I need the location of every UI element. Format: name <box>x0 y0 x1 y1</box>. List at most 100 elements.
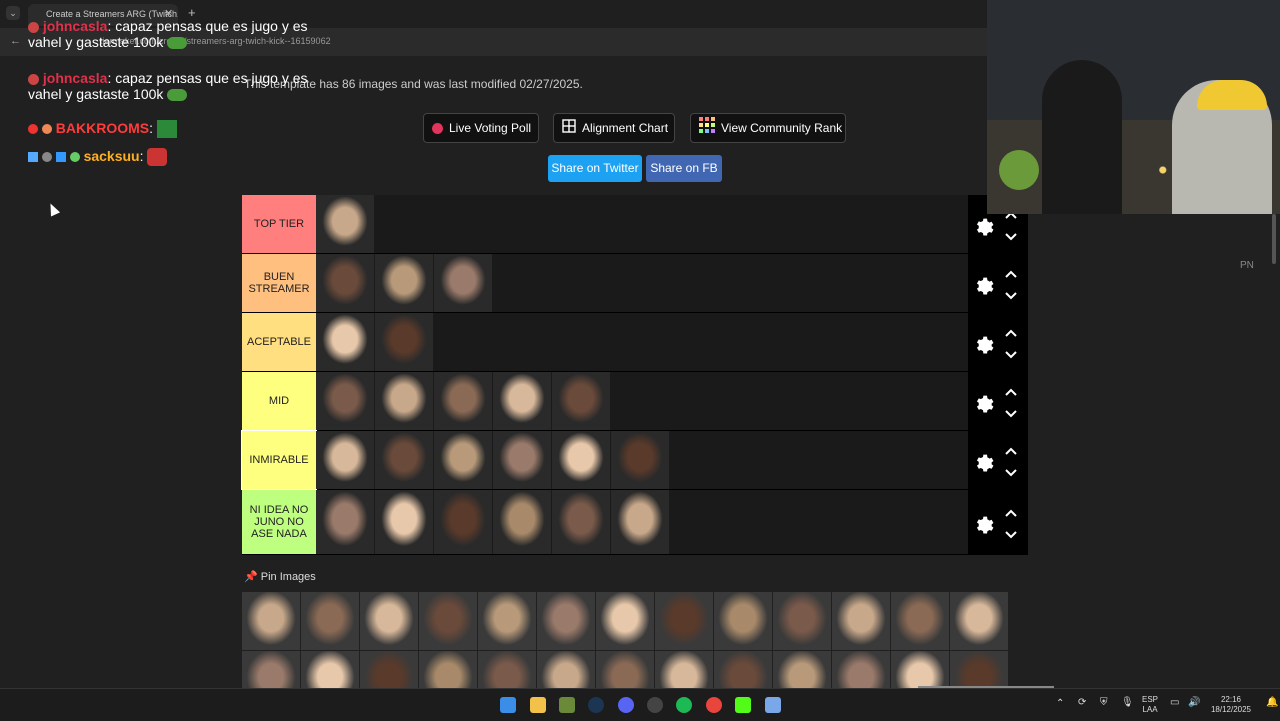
tier-label[interactable]: NI IDEA NO JUNO NO ASE NADA <box>242 490 316 554</box>
tier-image[interactable] <box>316 254 374 312</box>
tier-image[interactable] <box>375 431 433 489</box>
spotify-icon[interactable] <box>676 697 692 713</box>
chevron-up-icon[interactable] <box>1004 446 1018 456</box>
chat-text: : capaz pensas que es jugo y es <box>107 18 308 34</box>
windows-start-icon[interactable] <box>500 697 516 713</box>
chevron-up-icon[interactable] <box>1004 269 1018 279</box>
pool-image[interactable] <box>360 592 418 650</box>
chrome-icon[interactable] <box>706 697 722 713</box>
chevron-down-icon[interactable] <box>1004 232 1018 242</box>
pool-image[interactable] <box>301 592 359 650</box>
tier-image[interactable] <box>611 490 669 554</box>
gear-icon[interactable] <box>972 391 994 413</box>
tier-image[interactable] <box>316 313 374 371</box>
tier-image[interactable] <box>375 313 433 371</box>
pool-image[interactable] <box>891 592 949 650</box>
tray-chevron-icon[interactable]: ⌃ <box>1056 699 1064 709</box>
tier-row: INMIRABLE <box>241 430 1028 490</box>
pool-image[interactable] <box>596 592 654 650</box>
chevron-down-icon[interactable] <box>1004 530 1018 540</box>
tier-image[interactable] <box>434 490 492 554</box>
chevron-down-icon[interactable] <box>1004 350 1018 360</box>
pool-image[interactable] <box>419 592 477 650</box>
tier-image[interactable] <box>316 431 374 489</box>
chevron-down-icon[interactable] <box>1004 468 1018 478</box>
chevron-down-icon[interactable] <box>1004 291 1018 301</box>
pool-image[interactable] <box>537 592 595 650</box>
chevron-down-icon[interactable] <box>1004 409 1018 419</box>
obs-icon[interactable] <box>647 697 663 713</box>
tier-image[interactable] <box>493 372 551 430</box>
alignment-chart-button[interactable]: Alignment Chart <box>553 113 675 143</box>
gear-icon[interactable] <box>972 273 994 295</box>
shield-icon[interactable]: ⛨ <box>1100 698 1108 708</box>
tier-image[interactable] <box>552 372 610 430</box>
tier-image[interactable] <box>434 254 492 312</box>
notepad-icon[interactable] <box>765 697 781 713</box>
tier-image[interactable] <box>552 431 610 489</box>
tier-items <box>316 313 968 371</box>
chat-username: johncasla <box>42 18 108 34</box>
tier-image[interactable] <box>316 490 374 554</box>
side-label: PN <box>1240 260 1254 271</box>
tier-image[interactable] <box>375 372 433 430</box>
chevron-up-icon[interactable] <box>1004 328 1018 338</box>
pool-image[interactable] <box>478 592 536 650</box>
view-community-rank-button[interactable]: View Community Rank <box>690 113 846 143</box>
tier-label[interactable]: INMIRABLE <box>241 430 317 490</box>
share-facebook-button[interactable]: Share on FB <box>646 155 722 182</box>
tier-image[interactable] <box>434 431 492 489</box>
gear-icon[interactable] <box>972 512 994 534</box>
tier-label[interactable]: MID <box>242 372 316 430</box>
tier-image[interactable] <box>611 431 669 489</box>
pool-image[interactable] <box>714 592 772 650</box>
discord-icon[interactable] <box>618 697 634 713</box>
gear-icon[interactable] <box>972 450 994 472</box>
chevron-up-icon[interactable] <box>1004 387 1018 397</box>
tier-items <box>316 372 968 430</box>
pool-image[interactable] <box>832 592 890 650</box>
notification-icon[interactable]: 🔔 <box>1266 698 1278 708</box>
tier-image[interactable] <box>316 195 374 253</box>
vertical-scrollbar[interactable] <box>1272 214 1276 264</box>
emote-icon <box>156 120 177 139</box>
tier-image[interactable] <box>552 490 610 554</box>
microphone-icon[interactable]: 🎙 <box>1121 698 1134 708</box>
tier-label[interactable]: TOP TIER <box>242 195 316 253</box>
gear-icon[interactable] <box>972 214 994 236</box>
file-explorer-icon[interactable] <box>530 697 546 713</box>
pool-image[interactable] <box>242 592 300 650</box>
tier-image[interactable] <box>493 431 551 489</box>
tier-image[interactable] <box>375 490 433 554</box>
gear-icon[interactable] <box>972 332 994 354</box>
badge-icon <box>55 152 66 163</box>
share-twitter-button[interactable]: Share on Twitter <box>548 155 642 182</box>
chevron-up-icon[interactable] <box>1004 508 1018 518</box>
pool-image[interactable] <box>950 592 1008 650</box>
tier-image[interactable] <box>375 254 433 312</box>
network-icon[interactable]: ▭ <box>1170 698 1179 708</box>
tier-image[interactable] <box>493 490 551 554</box>
pool-image[interactable] <box>655 592 713 650</box>
minecraft-icon[interactable] <box>559 697 575 713</box>
tier-image[interactable] <box>316 372 374 430</box>
tier-grid-icon <box>699 115 715 143</box>
pool-image[interactable] <box>773 592 831 650</box>
tier-label[interactable]: BUEN STREAMER <box>242 254 316 312</box>
image-pool <box>242 592 1008 709</box>
language-indicator[interactable]: ESP LAA <box>1142 695 1158 715</box>
chat-message-3: BAKKROOMS: <box>28 120 177 139</box>
clock[interactable]: 22:16 18/12/2025 <box>1208 695 1254 715</box>
tab-search-icon[interactable]: ⌄ <box>6 6 20 20</box>
tier-label[interactable]: ACEPTABLE <box>242 313 316 371</box>
pin-images-label: Pin Images <box>260 571 316 583</box>
live-voting-label: Live Voting Poll <box>449 121 532 135</box>
kick-icon[interactable] <box>735 697 751 713</box>
back-arrow-icon[interactable]: ← <box>10 35 21 47</box>
sync-icon[interactable]: ⟳ <box>1078 698 1086 708</box>
tier-image[interactable] <box>434 372 492 430</box>
volume-icon[interactable]: 🔊 <box>1188 698 1200 708</box>
pin-images-toggle[interactable]: 📌 Pin Images <box>244 570 316 583</box>
steam-icon[interactable] <box>588 697 604 713</box>
live-voting-poll-button[interactable]: Live Voting Poll <box>423 113 539 143</box>
